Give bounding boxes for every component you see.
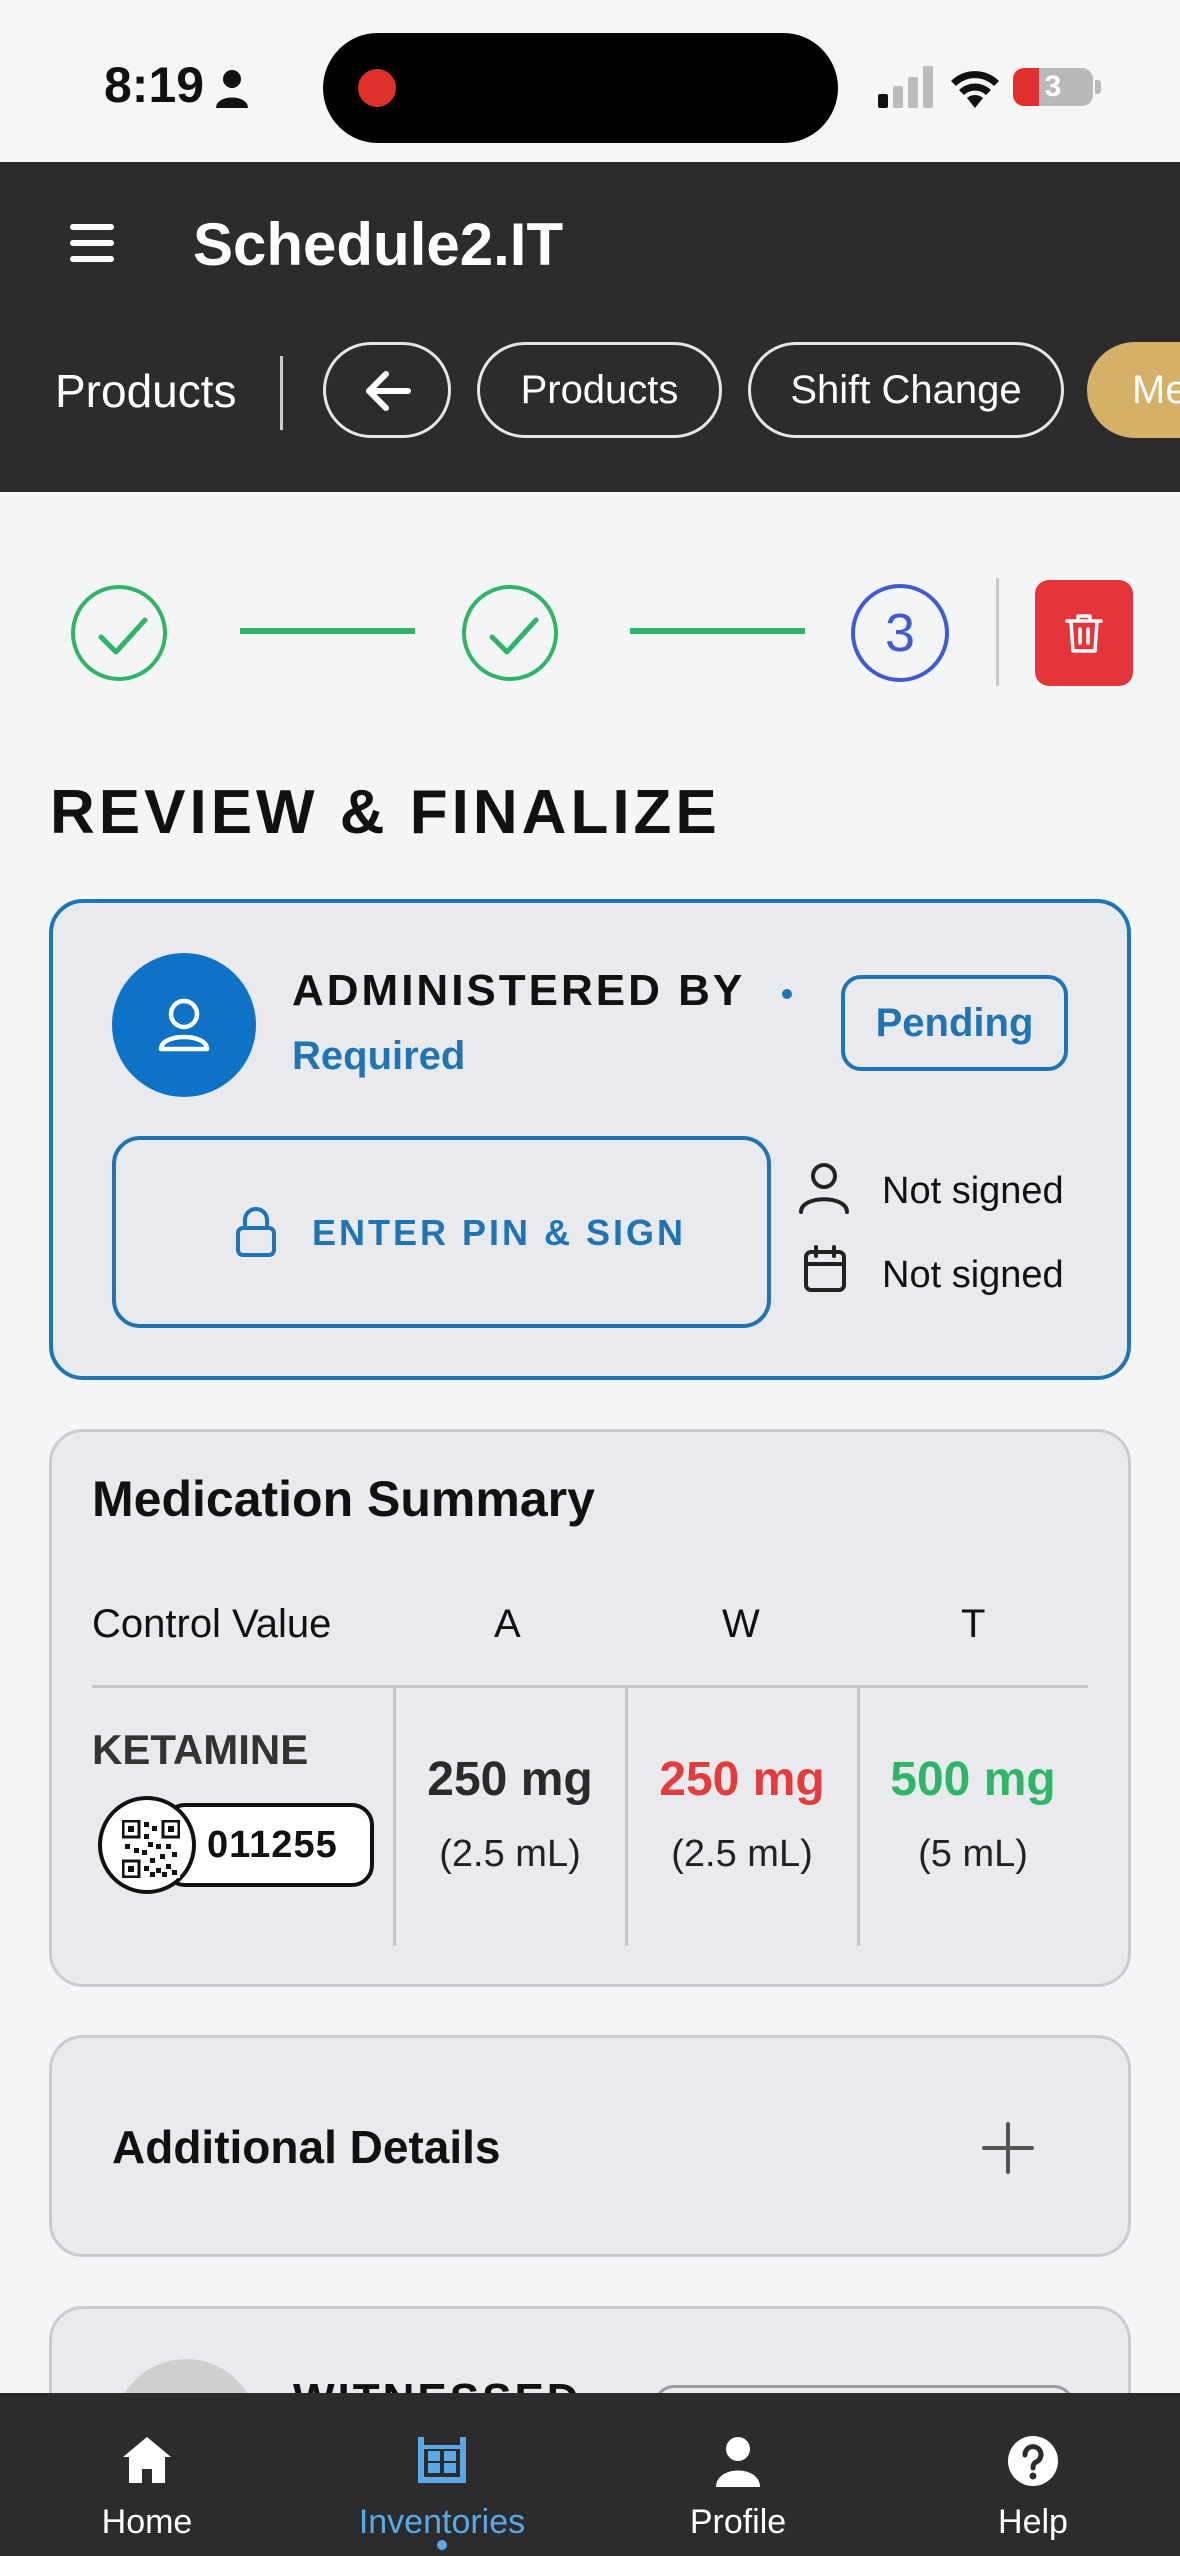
nav-inventories[interactable]: Inventories xyxy=(332,2393,552,2556)
home-icon xyxy=(123,2437,171,2483)
dose-w-volume: (2.5 mL) xyxy=(671,1833,813,1875)
nav-home[interactable]: Home xyxy=(37,2393,257,2556)
nav-inventories-label: Inventories xyxy=(358,2503,526,2541)
dynamic-island xyxy=(323,33,838,143)
app-title: Schedule2.IT xyxy=(193,211,564,278)
wifi-icon xyxy=(951,71,999,108)
person-icon xyxy=(216,70,248,108)
column-header-a: A xyxy=(494,1602,521,1646)
check-icon xyxy=(98,617,148,655)
administered-by-heading: ADMINISTERED BY xyxy=(292,966,746,1015)
dose-t-volume: (5 mL) xyxy=(918,1833,1028,1875)
column-header-control-value: Control Value xyxy=(92,1602,332,1646)
step-2-complete[interactable] xyxy=(462,585,558,681)
table-divider xyxy=(625,1688,628,1946)
battery-icon: 3 xyxy=(1013,68,1093,106)
table-divider xyxy=(393,1688,396,1946)
dose-a-volume: (2.5 mL) xyxy=(439,1833,581,1875)
inventory-icon xyxy=(418,2437,466,2483)
person-outline-icon xyxy=(799,1163,849,1214)
arrow-left-icon xyxy=(366,371,411,411)
column-header-w: W xyxy=(722,1602,760,1646)
user-icon xyxy=(158,998,210,1052)
back-button[interactable] xyxy=(323,342,451,438)
section-label: Products xyxy=(55,365,237,417)
signed-date-status: Not signed xyxy=(882,1254,1064,1296)
table-divider xyxy=(92,1685,1088,1688)
status-badge: Pending xyxy=(841,975,1068,1071)
help-icon xyxy=(1008,2436,1058,2486)
profile-icon xyxy=(716,2437,760,2487)
enter-pin-sign-label: ENTER PIN & SIGN xyxy=(312,1212,687,1253)
plus-icon[interactable] xyxy=(982,2122,1034,2174)
qr-code-icon xyxy=(122,1820,180,1878)
recording-indicator xyxy=(358,69,396,107)
signer-status: Not signed xyxy=(882,1170,1064,1212)
delete-button[interactable] xyxy=(1035,580,1133,686)
signal-icon xyxy=(878,66,933,108)
app-header: Schedule2.IT Products Products Shift Cha… xyxy=(0,162,1180,492)
check-icon xyxy=(489,617,539,655)
nav-home-label: Home xyxy=(101,2503,193,2541)
drug-name: KETAMINE xyxy=(92,1726,309,1773)
status-time: 8:19 xyxy=(104,57,205,113)
avatar xyxy=(112,953,256,1097)
step-1-complete[interactable] xyxy=(71,585,167,681)
bottom-nav: Home Inventories Profile Help xyxy=(0,2393,1180,2556)
dose-t-amount: 500 mg xyxy=(890,1753,1056,1806)
status-bar: 8:19 3 xyxy=(0,0,1180,162)
required-indicator xyxy=(782,989,792,999)
step-3-current[interactable]: 3 xyxy=(851,584,949,682)
stepper-divider xyxy=(996,578,999,686)
nav-help-label: Help xyxy=(998,2503,1068,2541)
nav-help[interactable]: Help xyxy=(923,2393,1143,2556)
calendar-icon xyxy=(804,1245,846,1292)
dose-a-amount: 250 mg xyxy=(427,1753,593,1806)
table-divider xyxy=(857,1688,860,1946)
header-divider xyxy=(280,356,283,430)
dose-w-amount: 250 mg xyxy=(659,1753,825,1806)
page-title: REVIEW & FINALIZE xyxy=(50,778,721,847)
column-header-t: T xyxy=(961,1602,986,1646)
products-pill[interactable]: Products xyxy=(477,342,722,438)
medication-summary-title: Medication Summary xyxy=(92,1471,595,1527)
active-indicator xyxy=(437,2540,447,2550)
nav-profile[interactable]: Profile xyxy=(628,2393,848,2556)
menu-icon[interactable] xyxy=(70,224,114,262)
lot-number: 011255 xyxy=(207,1824,338,1866)
step-connector xyxy=(630,628,805,634)
step-connector xyxy=(240,628,415,634)
nav-profile-label: Profile xyxy=(689,2503,787,2541)
shift-change-pill[interactable]: Shift Change xyxy=(748,342,1064,438)
more-pill[interactable]: Me xyxy=(1087,342,1180,438)
battery-level: 3 xyxy=(1044,70,1062,103)
lock-icon xyxy=(236,1207,276,1257)
additional-details-title: Additional Details xyxy=(112,2121,501,2173)
battery-tip xyxy=(1095,80,1101,94)
required-label: Required xyxy=(292,1034,466,1078)
qr-code-icon[interactable] xyxy=(98,1796,196,1894)
trash-icon xyxy=(1065,614,1103,653)
enter-pin-sign-button[interactable]: ENTER PIN & SIGN xyxy=(112,1136,771,1328)
